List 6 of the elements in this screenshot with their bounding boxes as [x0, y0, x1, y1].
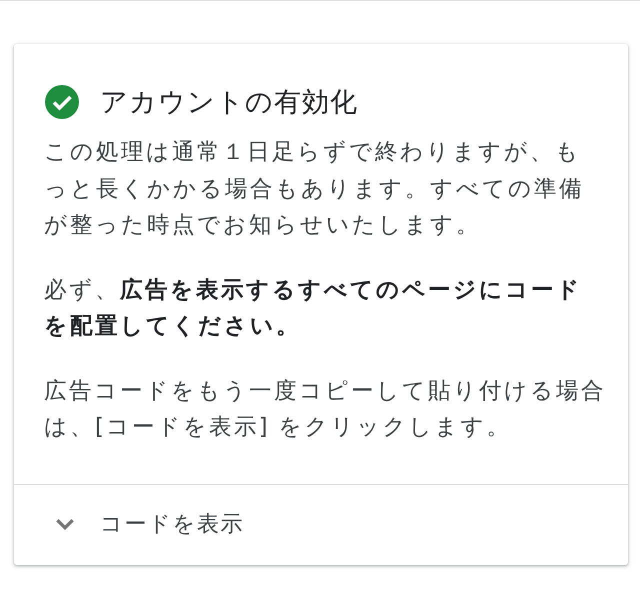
paragraph: 広告コードをもう一度コピーして貼り付ける場合は、[コードを表示] をクリックします。: [44, 376, 606, 442]
paragraph: 必ず、広告を表示するすべてのページにコードを配置してください。: [44, 276, 583, 341]
card-title: アカウントの有効化: [100, 86, 358, 120]
show-code-toggle[interactable]: コードを表示: [14, 484, 628, 564]
chevron-icon: [56, 518, 74, 530]
paragraph: この処理は通常１日足らずで終わりますが、もっと長くかかる場合もあります。すべての準備が整った時点でお知らせいたします。: [44, 138, 585, 240]
